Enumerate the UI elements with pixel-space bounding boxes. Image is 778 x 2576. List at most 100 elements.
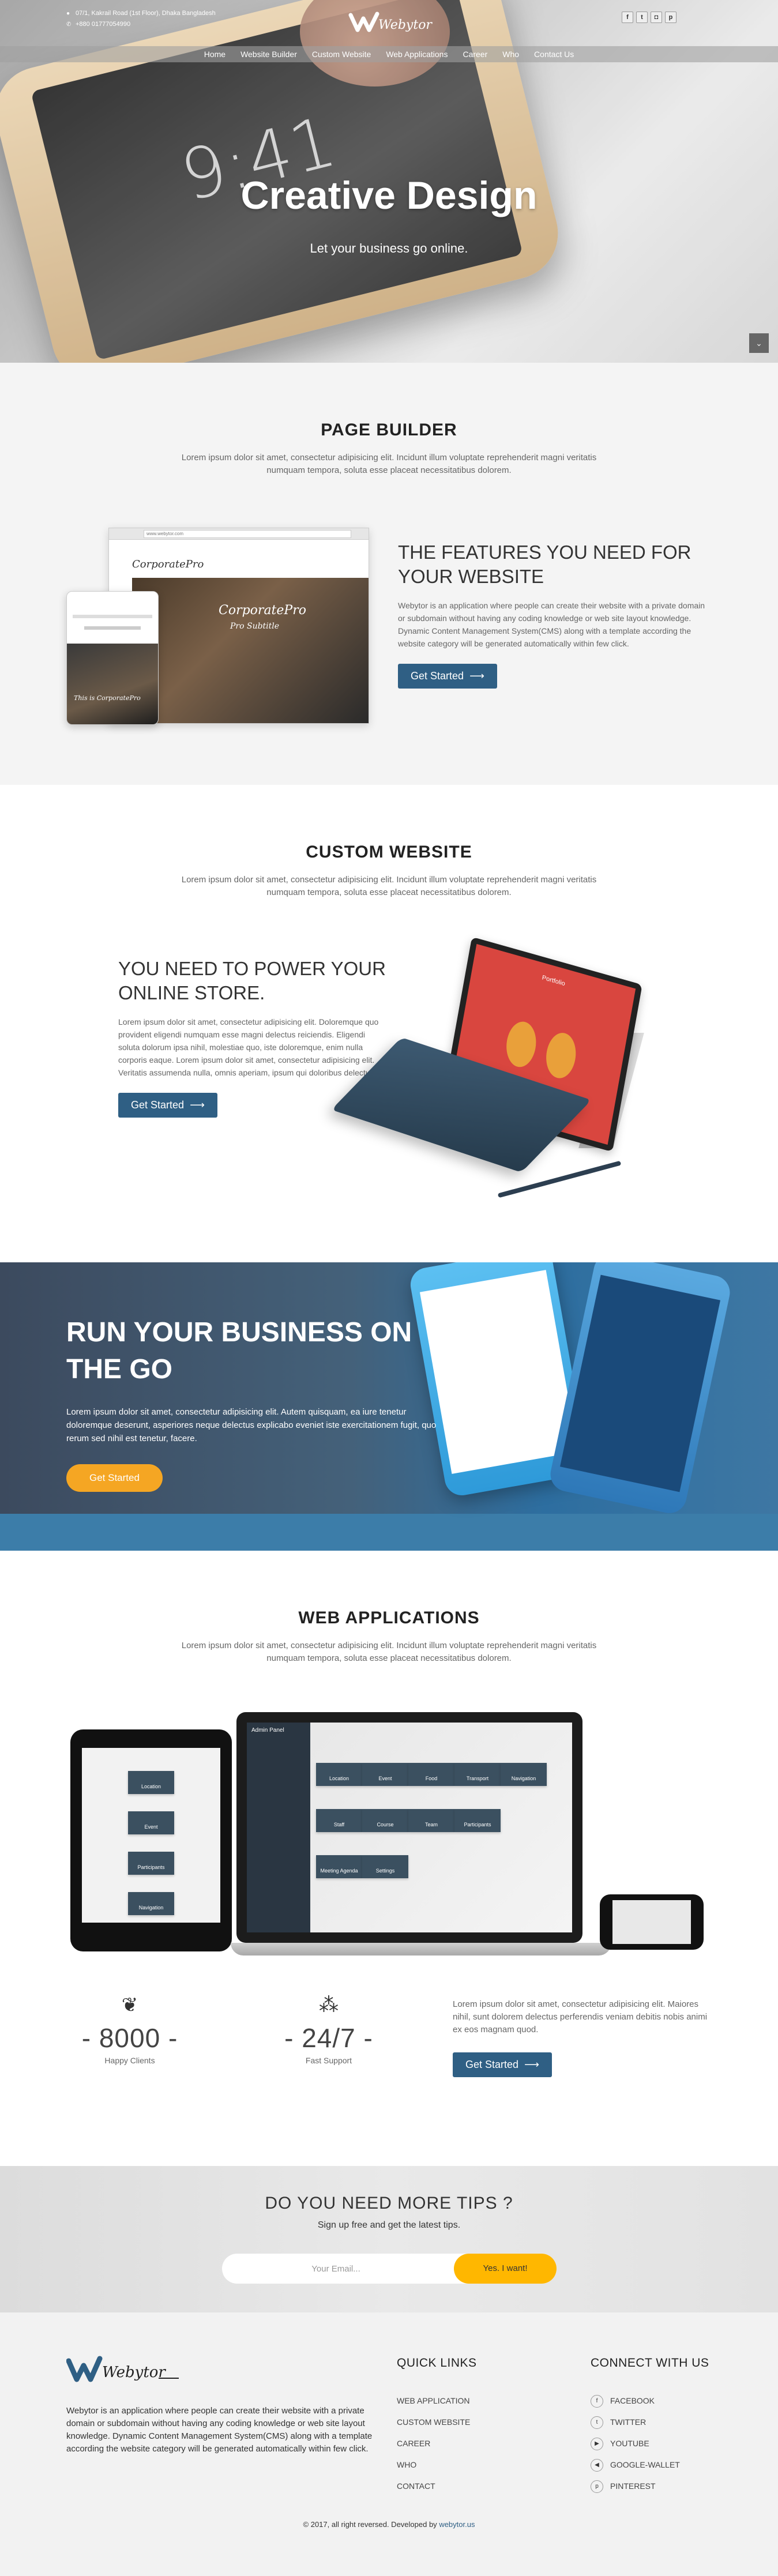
scroll-down-icon[interactable]: ⌄ (749, 333, 769, 353)
stat-item: ⁂ - 24/7 - Fast Support (265, 1994, 392, 2065)
twitter-icon[interactable]: t (636, 12, 648, 23)
admin-tile[interactable]: Meeting Agenda (316, 1855, 362, 1878)
section-lead: Lorem ipsum dolor sit amet, consectetur … (181, 875, 597, 897)
social-label: GOOGLE-WALLET (610, 2460, 680, 2469)
hero-section: 9:41 ● 07/1, Kakrail Road (1st Floor), Dh… (0, 0, 778, 363)
footer-link-career[interactable]: CAREER (397, 2433, 470, 2454)
admin-tile[interactable]: Location (316, 1763, 362, 1786)
copyright: © 2017, all right reversed. Developed by… (0, 2520, 778, 2529)
stat-value: - 24/7 - (284, 2023, 373, 2053)
nav-link-web-applications[interactable]: Web Applications (386, 46, 448, 62)
top-bar: ● 07/1, Kakrail Road (1st Floor), Dhaka B… (0, 0, 778, 46)
nav-link-custom-website[interactable]: Custom Website (312, 46, 371, 62)
admin-tile[interactable]: Navigation (501, 1763, 547, 1786)
facebook-icon[interactable]: f (622, 12, 633, 23)
get-started-button[interactable]: Get Started ⟶ (398, 664, 497, 689)
social-label: YOUTUBE (610, 2439, 649, 2448)
tablet-mockup: Location Event Participants Navigation (70, 1729, 232, 1951)
newsletter-subtitle: Sign up free and get the latest tips. (317, 2220, 461, 2230)
main-navigation: Home Website Builder Custom Website Web App… (0, 46, 778, 62)
laptop-mockup: Location Event Food Transport Navigation Staf… (236, 1712, 582, 1943)
tablet-tile[interactable]: Event (128, 1811, 174, 1834)
mockup-url: www.webytor.com (144, 530, 351, 538)
banner-heading: RUN YOUR BUSINESS ON THE GO (66, 1317, 412, 1385)
social-link-facebook[interactable]: f FACEBOOK (591, 2390, 680, 2412)
admin-tile[interactable]: Event (362, 1763, 408, 1786)
hero-subtitle: Let your business go online. (310, 241, 468, 255)
admin-tile[interactable]: Food (408, 1763, 454, 1786)
contact-info: ● 07/1, Kakrail Road (1st Floor), Dhaka B… (66, 8, 216, 30)
features-block: THE FEATURES YOU NEED FOR YOUR WEBSITE W… (398, 540, 712, 689)
button-label: Get Started (411, 670, 464, 682)
instagram-icon[interactable]: ◘ (651, 12, 662, 23)
admin-tile[interactable]: Course (362, 1809, 408, 1832)
features-text: Webytor is an application where people c… (398, 601, 705, 648)
nav-link-home[interactable]: Home (204, 46, 225, 62)
arrow-right-icon: ⟶ (190, 1099, 205, 1111)
footer: Webytor Webytor is an application where … (0, 2312, 778, 2576)
nav-link-website-builder[interactable]: Website Builder (240, 46, 297, 62)
admin-tile[interactable]: Settings (362, 1855, 408, 1878)
tablet-tile[interactable]: Participants (128, 1852, 174, 1875)
nav-link-contact-us[interactable]: Contact Us (534, 46, 574, 62)
admin-tile[interactable]: Staff (316, 1809, 362, 1832)
mobile-mockup-caption: This is CorporatePro (74, 694, 141, 702)
arrow-right-icon: ⟶ (524, 2059, 539, 2070)
tablet-tile[interactable]: Location (128, 1771, 174, 1794)
connect-links: f FACEBOOK t TWITTER ▶ YOUTUBE ◀ GOOGLE-WALLET p… (591, 2390, 680, 2497)
get-started-button[interactable]: Get Started (66, 1464, 163, 1492)
pinterest-icon[interactable]: p (665, 12, 676, 23)
nav-link-career[interactable]: Career (463, 46, 487, 62)
stat-label: Happy Clients (104, 2056, 155, 2065)
social-links: f t ◘ p (619, 12, 676, 23)
footer-link-who[interactable]: WHO (397, 2454, 470, 2476)
section-title: PAGE BUILDER (321, 420, 457, 439)
social-link-youtube[interactable]: ▶ YOUTUBE (591, 2433, 680, 2454)
section-title: WEB APPLICATIONS (298, 1608, 480, 1627)
connect-title: CONNECT WITH US (591, 2356, 709, 2370)
tablet-tile[interactable]: Navigation (128, 1892, 174, 1915)
button-label: Get Started (131, 1099, 185, 1111)
mockup-tagline: Pro Subtitle (230, 622, 280, 631)
phone-text: +880 01777054990 (76, 21, 131, 28)
footer-link-web-application[interactable]: WEB APPLICATION (397, 2390, 470, 2412)
devices-mockup: Location Event Participants Navigation Loca… (63, 1712, 715, 1955)
footer-logo[interactable]: Webytor (66, 2353, 182, 2387)
subscribe-button[interactable]: Yes. I want! (454, 2254, 557, 2284)
stat-value: - 8000 - (81, 2023, 178, 2053)
admin-tile[interactable]: Participants (454, 1809, 501, 1832)
custom-website-section: CUSTOM WEBSITE Lorem ipsum dolor sit ame… (0, 785, 778, 1262)
phone-image (547, 1262, 734, 1517)
get-started-button[interactable]: Get Started ⟶ (118, 1093, 217, 1118)
footer-link-contact[interactable]: CONTACT (397, 2476, 470, 2497)
website-builder-mockup: www.webytor.com CorporatePro CorporatePr… (66, 528, 369, 725)
email-input[interactable] (228, 2254, 444, 2284)
developer-link[interactable]: webytor.us (439, 2520, 475, 2529)
youtube-icon: ▶ (591, 2438, 603, 2451)
social-link-twitter[interactable]: t TWITTER (591, 2412, 680, 2433)
facebook-icon: f (591, 2395, 603, 2408)
location-icon: ● (66, 10, 70, 17)
banner-text: Lorem ipsum dolor sit amet, consectetur … (66, 1407, 437, 1443)
footer-about: Webytor is an application where people c… (66, 2406, 373, 2454)
twitter-icon: t (591, 2416, 603, 2430)
surface-laptop-image: Portfolio (331, 937, 709, 1200)
footer-link-custom-website[interactable]: CUSTOM WEBSITE (397, 2412, 470, 2433)
logo-text: Webytor (378, 18, 433, 32)
section-lead: Lorem ipsum dolor sit amet, consectetur … (181, 453, 597, 475)
admin-tile[interactable]: Team (408, 1809, 454, 1832)
social-link-pinterest[interactable]: p PINTEREST (591, 2476, 680, 2497)
social-label: PINTEREST (610, 2481, 656, 2491)
social-link-google-wallet[interactable]: ◀ GOOGLE-WALLET (591, 2454, 680, 2476)
quick-links: WEB APPLICATION CUSTOM WEBSITE CAREER WHO CO… (397, 2390, 470, 2497)
logo-text: Webytor (102, 2364, 166, 2381)
leaf-icon: ❦ (121, 1994, 138, 2016)
mobile-mockup: This is CorporatePro (66, 591, 159, 725)
laptop-screen-label: Portfolio (541, 974, 566, 988)
mockup-brand: CorporatePro (132, 558, 204, 570)
get-started-button[interactable]: Get Started ⟶ (453, 2052, 552, 2077)
nav-link-who[interactable]: Who (502, 46, 519, 62)
admin-tile[interactable]: Transport (454, 1763, 501, 1786)
admin-panel-title: Admin Panel (251, 1727, 284, 1733)
site-logo[interactable]: Webytor (348, 9, 435, 35)
